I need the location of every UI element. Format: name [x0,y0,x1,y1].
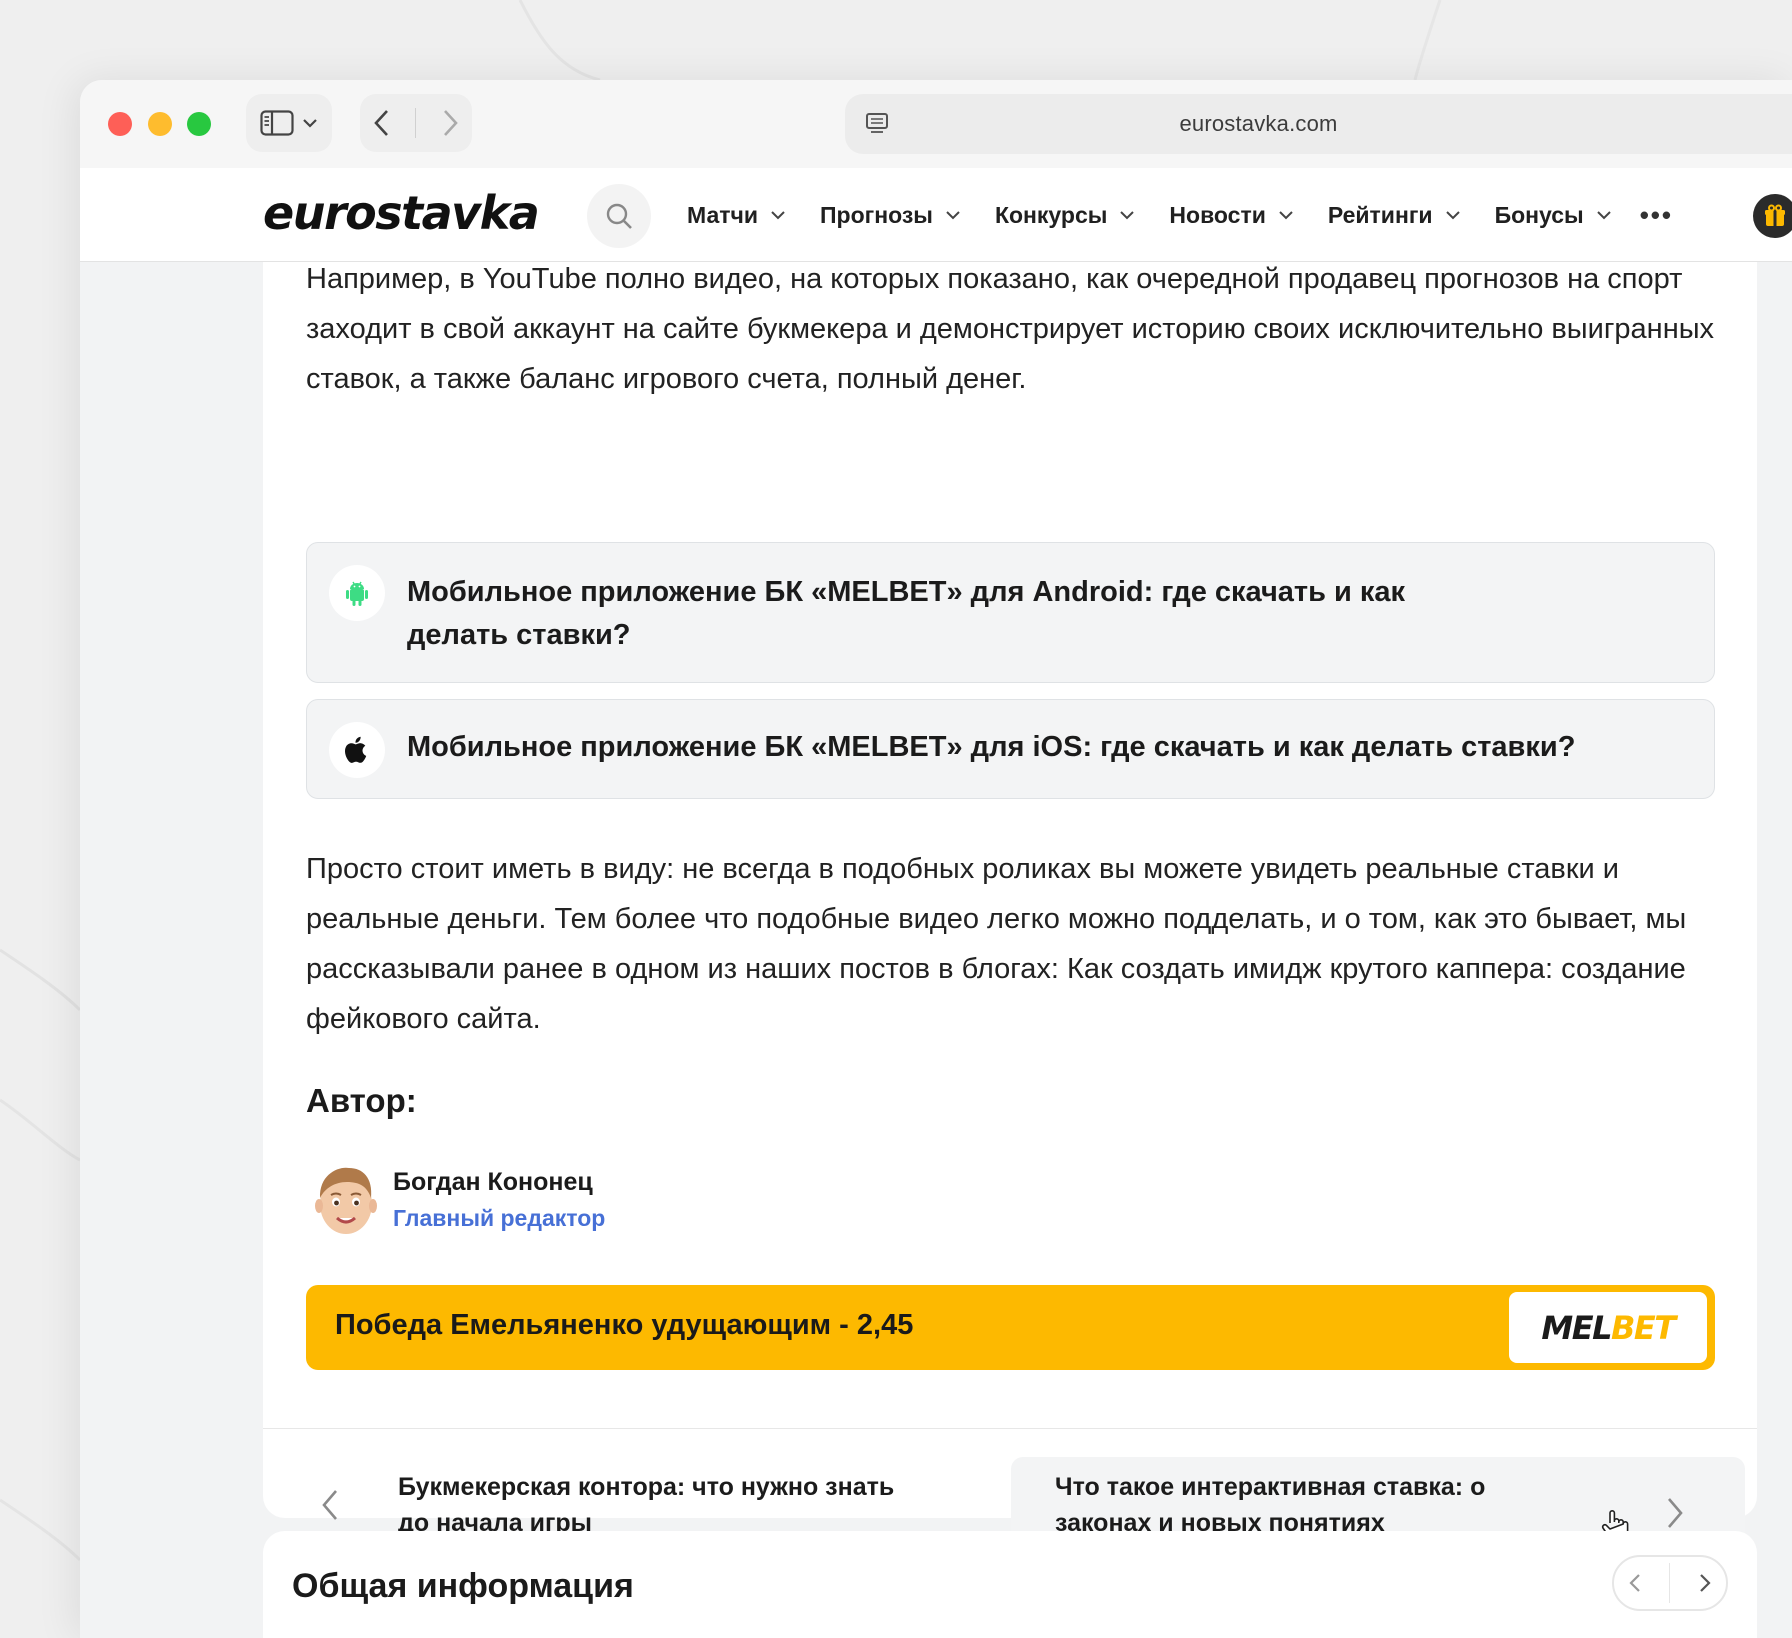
nav-divider [415,108,417,138]
menu-item-label: Новости [1169,201,1266,228]
search-button[interactable] [587,184,651,248]
related-link-title-line: Мобильное приложение БК «MELBET» для And… [407,576,1406,608]
author-role[interactable]: Главный редактор [393,1205,605,1232]
main-menu: Матчи Прогнозы Конкурсы Новости Рейтинги… [687,168,1673,262]
back-button[interactable] [372,108,392,138]
article-paragraph: Просто стоит иметь в виду: не всегда в п… [306,853,1687,1035]
sidebar-icon [260,110,294,136]
author-name[interactable]: Богдан Кононец [393,1168,593,1197]
next-article-title-line: Что такое интерактивная ставка: о [1055,1473,1486,1501]
chevron-down-icon [1596,211,1611,220]
melbet-logo-part: BET [1611,1308,1676,1347]
search-icon [606,203,632,229]
general-info-card: Общая информация [263,1531,1757,1638]
menu-item-label: Рейтинги [1327,201,1433,228]
author-heading: Автор: [306,1082,417,1119]
url-text: eurostavka.com [1179,111,1338,136]
android-icon [329,565,385,621]
chevron-down-icon [946,211,960,220]
minimize-window-button[interactable] [148,112,172,136]
menu-item-ratings[interactable]: Рейтинги [1328,202,1461,229]
menu-item-label: Конкурсы [994,201,1108,228]
browser-toolbar: eurostavka.com [80,80,1792,168]
menu-item-label: Матчи [687,201,758,228]
menu-item-matches[interactable]: Матчи [687,202,786,229]
menu-item-predictions[interactable]: Прогнозы [820,202,961,229]
menu-item-news[interactable]: Новости [1169,202,1293,229]
carousel-pager [1612,1555,1728,1611]
menu-item-contests[interactable]: Конкурсы [995,202,1135,229]
bet-banner[interactable]: Победа Емельяненко удущающим - 2,45 MEL B… [306,1285,1715,1370]
menu-item-bonuses[interactable]: Бонусы [1495,202,1612,229]
chevron-down-icon [1120,211,1135,220]
carousel-prev-button[interactable] [1628,1572,1642,1594]
browser-window: eurostavka.com eurostavka Матчи Прогнозы… [80,80,1792,1638]
address-bar[interactable]: eurostavka.com [845,94,1792,154]
melbet-logo-part: MEL [1541,1308,1612,1347]
chevron-right-icon [1668,1498,1683,1528]
apple-icon [329,722,385,778]
gift-icon [1765,204,1785,226]
section-title: Общая информация [292,1567,634,1605]
article-paragraph: Например, в YouTube полно видео, на кото… [306,263,1715,395]
zoom-window-button[interactable] [187,112,211,136]
pager-divider [1669,1563,1671,1603]
article-card: Например, в YouTube полно видео, на кото… [263,262,1757,1569]
chevron-down-icon [771,211,785,220]
gift-button[interactable] [1753,194,1792,238]
related-link-android[interactable]: Мобильное приложение БК «MELBET» для And… [306,542,1715,683]
forward-button[interactable] [440,108,460,138]
previous-article-title-line: Букмекерская контора: что нужно знать [398,1473,895,1501]
chevron-down-icon [303,119,317,128]
history-navigation [360,94,472,152]
bet-banner-text: Победа Емельяненко удущающим - 2,45 [335,1309,914,1341]
chevron-down-icon [1279,211,1293,220]
melbet-logo[interactable]: MEL BET [1509,1292,1707,1363]
menu-item-label: Прогнозы [820,201,933,228]
menu-item-label: Бонусы [1494,201,1584,228]
related-link-title: Мобильное приложение БК «MELBET» для iOS… [407,731,1576,763]
related-link-title-line: делать ставки? [407,619,631,651]
more-menu-button[interactable]: ••• [1640,200,1673,231]
chevron-down-icon [1445,211,1460,220]
related-link-ios[interactable]: Мобильное приложение БК «MELBET» для iOS… [306,699,1715,799]
carousel-next-button[interactable] [1698,1572,1712,1594]
sidebar-toggle-button[interactable] [246,94,332,152]
site-header: eurostavka Матчи Прогнозы Конкурсы Новос… [80,168,1792,262]
author-avatar[interactable] [311,1160,381,1240]
close-window-button[interactable] [108,112,132,136]
site-logo[interactable]: eurostavka [263,186,540,240]
chevron-left-icon [322,1490,337,1520]
